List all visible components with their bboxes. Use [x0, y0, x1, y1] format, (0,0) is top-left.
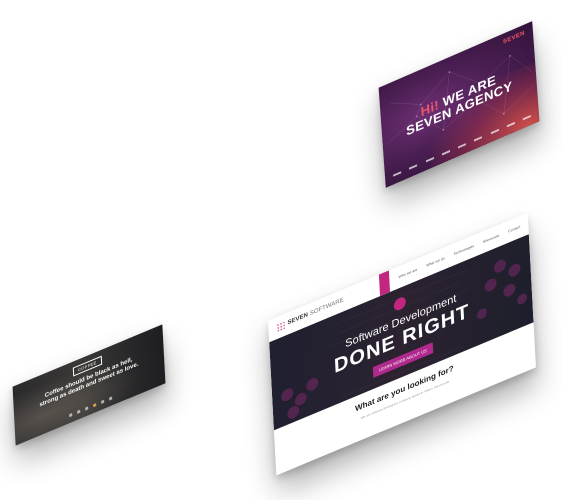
- nav-item-contact[interactable]: Contact: [508, 225, 520, 234]
- nav-active-indicator[interactable]: [379, 270, 391, 296]
- nav-item-showcase[interactable]: Showcase: [483, 233, 499, 244]
- agency-website-preview[interactable]: SEVEN Hi! WE ARE SEVEN AGENCY: [378, 21, 540, 188]
- brand-name: SEVEN: [287, 312, 309, 327]
- nav-item-technologies[interactable]: Technologies: [454, 244, 475, 256]
- coffee-website-preview[interactable]: COFFEE Coffee should be black as hell, s…: [12, 324, 166, 446]
- nav-item-who-we-are[interactable]: Who we are: [399, 268, 418, 280]
- software-website-preview[interactable]: Software Development DONE RIGHT LEARN MO…: [268, 212, 536, 476]
- logo-dots-icon: [276, 320, 285, 333]
- nav-item-what-we-do[interactable]: What we do: [426, 256, 445, 268]
